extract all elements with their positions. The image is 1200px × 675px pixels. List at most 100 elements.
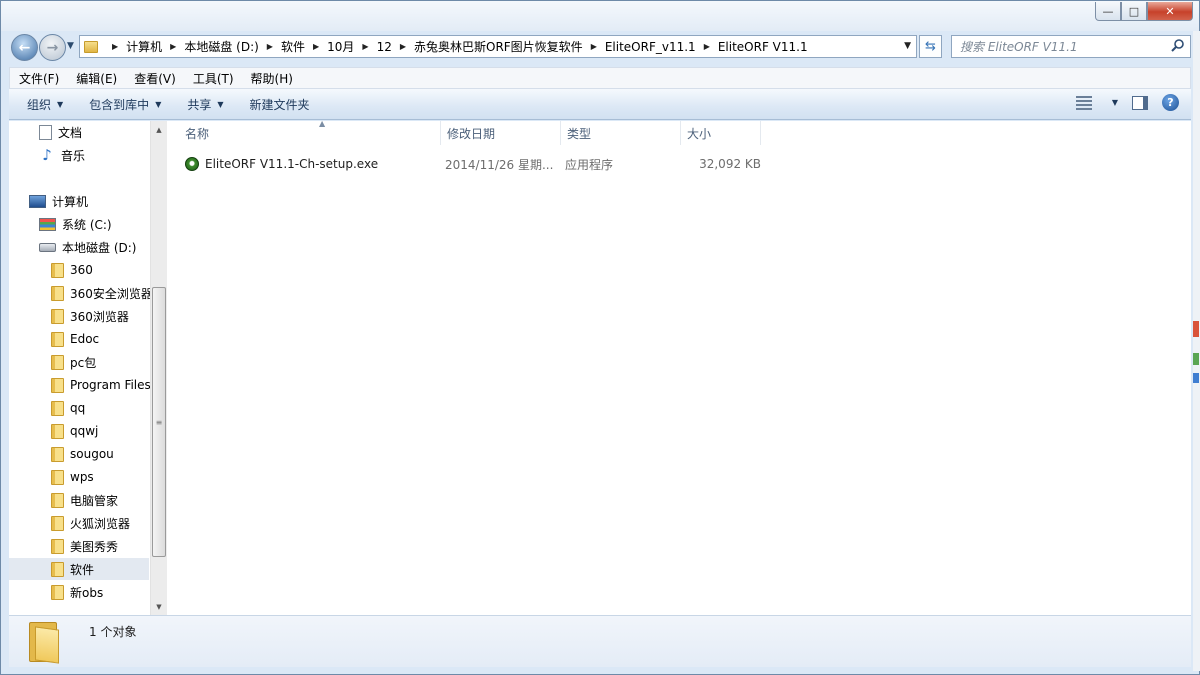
share-button[interactable]: 共享 ▼	[187, 96, 223, 113]
column-header-label: 修改日期	[447, 126, 496, 141]
tree-item-label: pc包	[70, 355, 97, 370]
chevron-right-icon[interactable]: ▶	[267, 42, 273, 51]
tree-item-folder[interactable]: wps	[9, 466, 149, 488]
application-icon	[185, 157, 199, 171]
breadcrumb-current[interactable]: EliteORF V11.1	[718, 40, 808, 54]
tree-item-documents[interactable]: 文档	[9, 121, 149, 143]
preview-pane-icon[interactable]	[1132, 95, 1148, 110]
tree-item-folder[interactable]: 360	[9, 259, 149, 281]
scroll-up-icon[interactable]: ▲	[151, 121, 167, 138]
breadcrumb-orf-recovery[interactable]: 赤兔奥林巴斯ORF图片恢复软件	[414, 38, 583, 55]
tree-item-folder[interactable]: sougou	[9, 443, 149, 465]
menu-edit[interactable]: 编辑(E)	[67, 70, 125, 87]
new-folder-button[interactable]: 新建文件夹	[250, 96, 310, 113]
forward-button[interactable]: →	[39, 34, 66, 61]
chevron-right-icon[interactable]: ▶	[112, 42, 118, 51]
minimize-button[interactable]: —	[1095, 2, 1121, 21]
view-controls: ▼ ?	[1075, 94, 1179, 111]
column-header-size[interactable]: 大小	[681, 121, 761, 145]
new-folder-label: 新建文件夹	[249, 97, 310, 112]
chevron-right-icon[interactable]: ▶	[170, 42, 176, 51]
folder-icon	[51, 354, 64, 370]
column-header-modified[interactable]: 修改日期	[441, 121, 561, 145]
chevron-right-icon[interactable]: ▶	[400, 42, 406, 51]
tree-item-folder[interactable]: pc包	[9, 351, 149, 373]
share-label: 共享	[187, 97, 212, 112]
music-icon: ♪	[42, 146, 52, 164]
close-button[interactable]: ✕	[1147, 2, 1193, 21]
file-row[interactable]: EliteORF V11.1-Ch-setup.exe 2014/11/26 星…	[185, 153, 765, 175]
tree-item-drive-d[interactable]: 本地磁盘 (D:)	[9, 236, 149, 258]
recent-pages-dropdown-icon[interactable]: ▼	[67, 41, 74, 51]
search-icon[interactable]	[1170, 38, 1186, 54]
organize-button[interactable]: 组织 ▼	[27, 96, 63, 113]
breadcrumb-software[interactable]: 软件	[281, 38, 305, 55]
chevron-right-icon[interactable]: ▶	[313, 42, 319, 51]
menu-tools[interactable]: 工具(T)	[184, 70, 242, 87]
tree-item-label: 360安全浏览器	[70, 286, 153, 301]
folder-icon	[84, 40, 98, 53]
view-dropdown-icon[interactable]: ▼	[1106, 98, 1118, 107]
desktop-edge-accent	[1193, 353, 1199, 365]
tree-item-folder-selected[interactable]: 软件	[9, 558, 149, 580]
back-button[interactable]: ←	[11, 34, 38, 61]
include-in-library-label: 包含到库中	[89, 97, 150, 112]
tree-item-label: 美图秀秀	[70, 539, 119, 554]
breadcrumb-eliteorf-folder[interactable]: EliteORF_v11.1	[605, 40, 696, 54]
menu-file[interactable]: 文件(F)	[10, 70, 67, 87]
breadcrumb-october[interactable]: 10月	[327, 38, 354, 55]
tree-item-label: 音乐	[61, 148, 86, 163]
address-dropdown-icon[interactable]: ▼	[904, 41, 911, 51]
chevron-right-icon[interactable]: ▶	[704, 42, 710, 51]
tree-item-folder[interactable]: 新obs	[9, 581, 149, 603]
tree-item-folder[interactable]: Edoc	[9, 328, 149, 350]
explorer-window: — □ ✕ ← → ▼ ▶ 计算机 ▶ 本地磁盘 (D:) ▶ 软件 ▶ 10月…	[0, 0, 1200, 675]
help-icon[interactable]: ?	[1162, 94, 1179, 111]
breadcrumb-12[interactable]: 12	[377, 40, 392, 54]
folder-icon	[51, 377, 64, 393]
tree-item-system-c[interactable]: 系统 (C:)	[9, 213, 149, 235]
navigation-scrollbar[interactable]: ▲ ≡ ▼	[150, 121, 167, 615]
tree-item-folder[interactable]: 火狐浏览器	[9, 512, 149, 534]
menu-help[interactable]: 帮助(H)	[242, 70, 301, 87]
folder-icon	[51, 285, 64, 301]
tree-item-label: qq	[70, 401, 86, 415]
tree-item-music[interactable]: ♪ 音乐	[9, 144, 149, 166]
tree-item-computer[interactable]: 计算机	[9, 190, 149, 212]
tree-item-label: wps	[70, 470, 94, 484]
chevron-right-icon[interactable]: ▶	[591, 42, 597, 51]
computer-icon	[29, 194, 46, 208]
address-bar[interactable]: ▶ 计算机 ▶ 本地磁盘 (D:) ▶ 软件 ▶ 10月 ▶ 12 ▶ 赤兔奥林…	[79, 35, 917, 58]
tree-item-label: qqwj	[70, 424, 99, 438]
folder-icon	[51, 400, 64, 416]
breadcrumb-computer[interactable]: 计算机	[126, 38, 162, 55]
folder-icon	[51, 584, 64, 600]
desktop-edge-accent	[1193, 321, 1199, 337]
tree-item-label: 360浏览器	[70, 309, 129, 324]
tree-item-folder[interactable]: Program Files	[9, 374, 151, 396]
include-in-library-button[interactable]: 包含到库中 ▼	[89, 96, 161, 113]
tree-item-folder[interactable]: 电脑管家	[9, 489, 149, 511]
folder-icon	[51, 538, 64, 554]
search-input[interactable]: 搜索 EliteORF V11.1	[951, 35, 1191, 58]
maximize-button[interactable]: □	[1121, 2, 1147, 21]
sort-ascending-icon: ▲	[319, 119, 326, 128]
desktop-edge	[1193, 31, 1200, 671]
navigation-row: ← → ▼ ▶ 计算机 ▶ 本地磁盘 (D:) ▶ 软件 ▶ 10月 ▶ 12 …	[1, 31, 1199, 65]
column-header-name[interactable]: 名称 ▲	[179, 119, 441, 145]
change-view-icon[interactable]	[1075, 95, 1092, 110]
scroll-down-icon[interactable]: ▼	[151, 598, 167, 615]
tree-item-folder[interactable]: 360安全浏览器	[9, 282, 153, 304]
scrollbar-thumb[interactable]: ≡	[152, 287, 166, 557]
tree-item-folder[interactable]: 美图秀秀	[9, 535, 149, 557]
tree-item-folder[interactable]: qqwj	[9, 420, 149, 442]
refresh-button[interactable]: ⇆	[919, 35, 942, 58]
column-header-type[interactable]: 类型	[561, 121, 681, 145]
tree-item-label: 新obs	[70, 585, 104, 600]
chevron-right-icon[interactable]: ▶	[362, 42, 368, 51]
tree-item-folder[interactable]: 360浏览器	[9, 305, 149, 327]
tree-item-label: 360	[70, 263, 93, 277]
breadcrumb-drive-d[interactable]: 本地磁盘 (D:)	[184, 38, 258, 55]
tree-item-folder[interactable]: qq	[9, 397, 149, 419]
menu-view[interactable]: 查看(V)	[125, 70, 184, 87]
